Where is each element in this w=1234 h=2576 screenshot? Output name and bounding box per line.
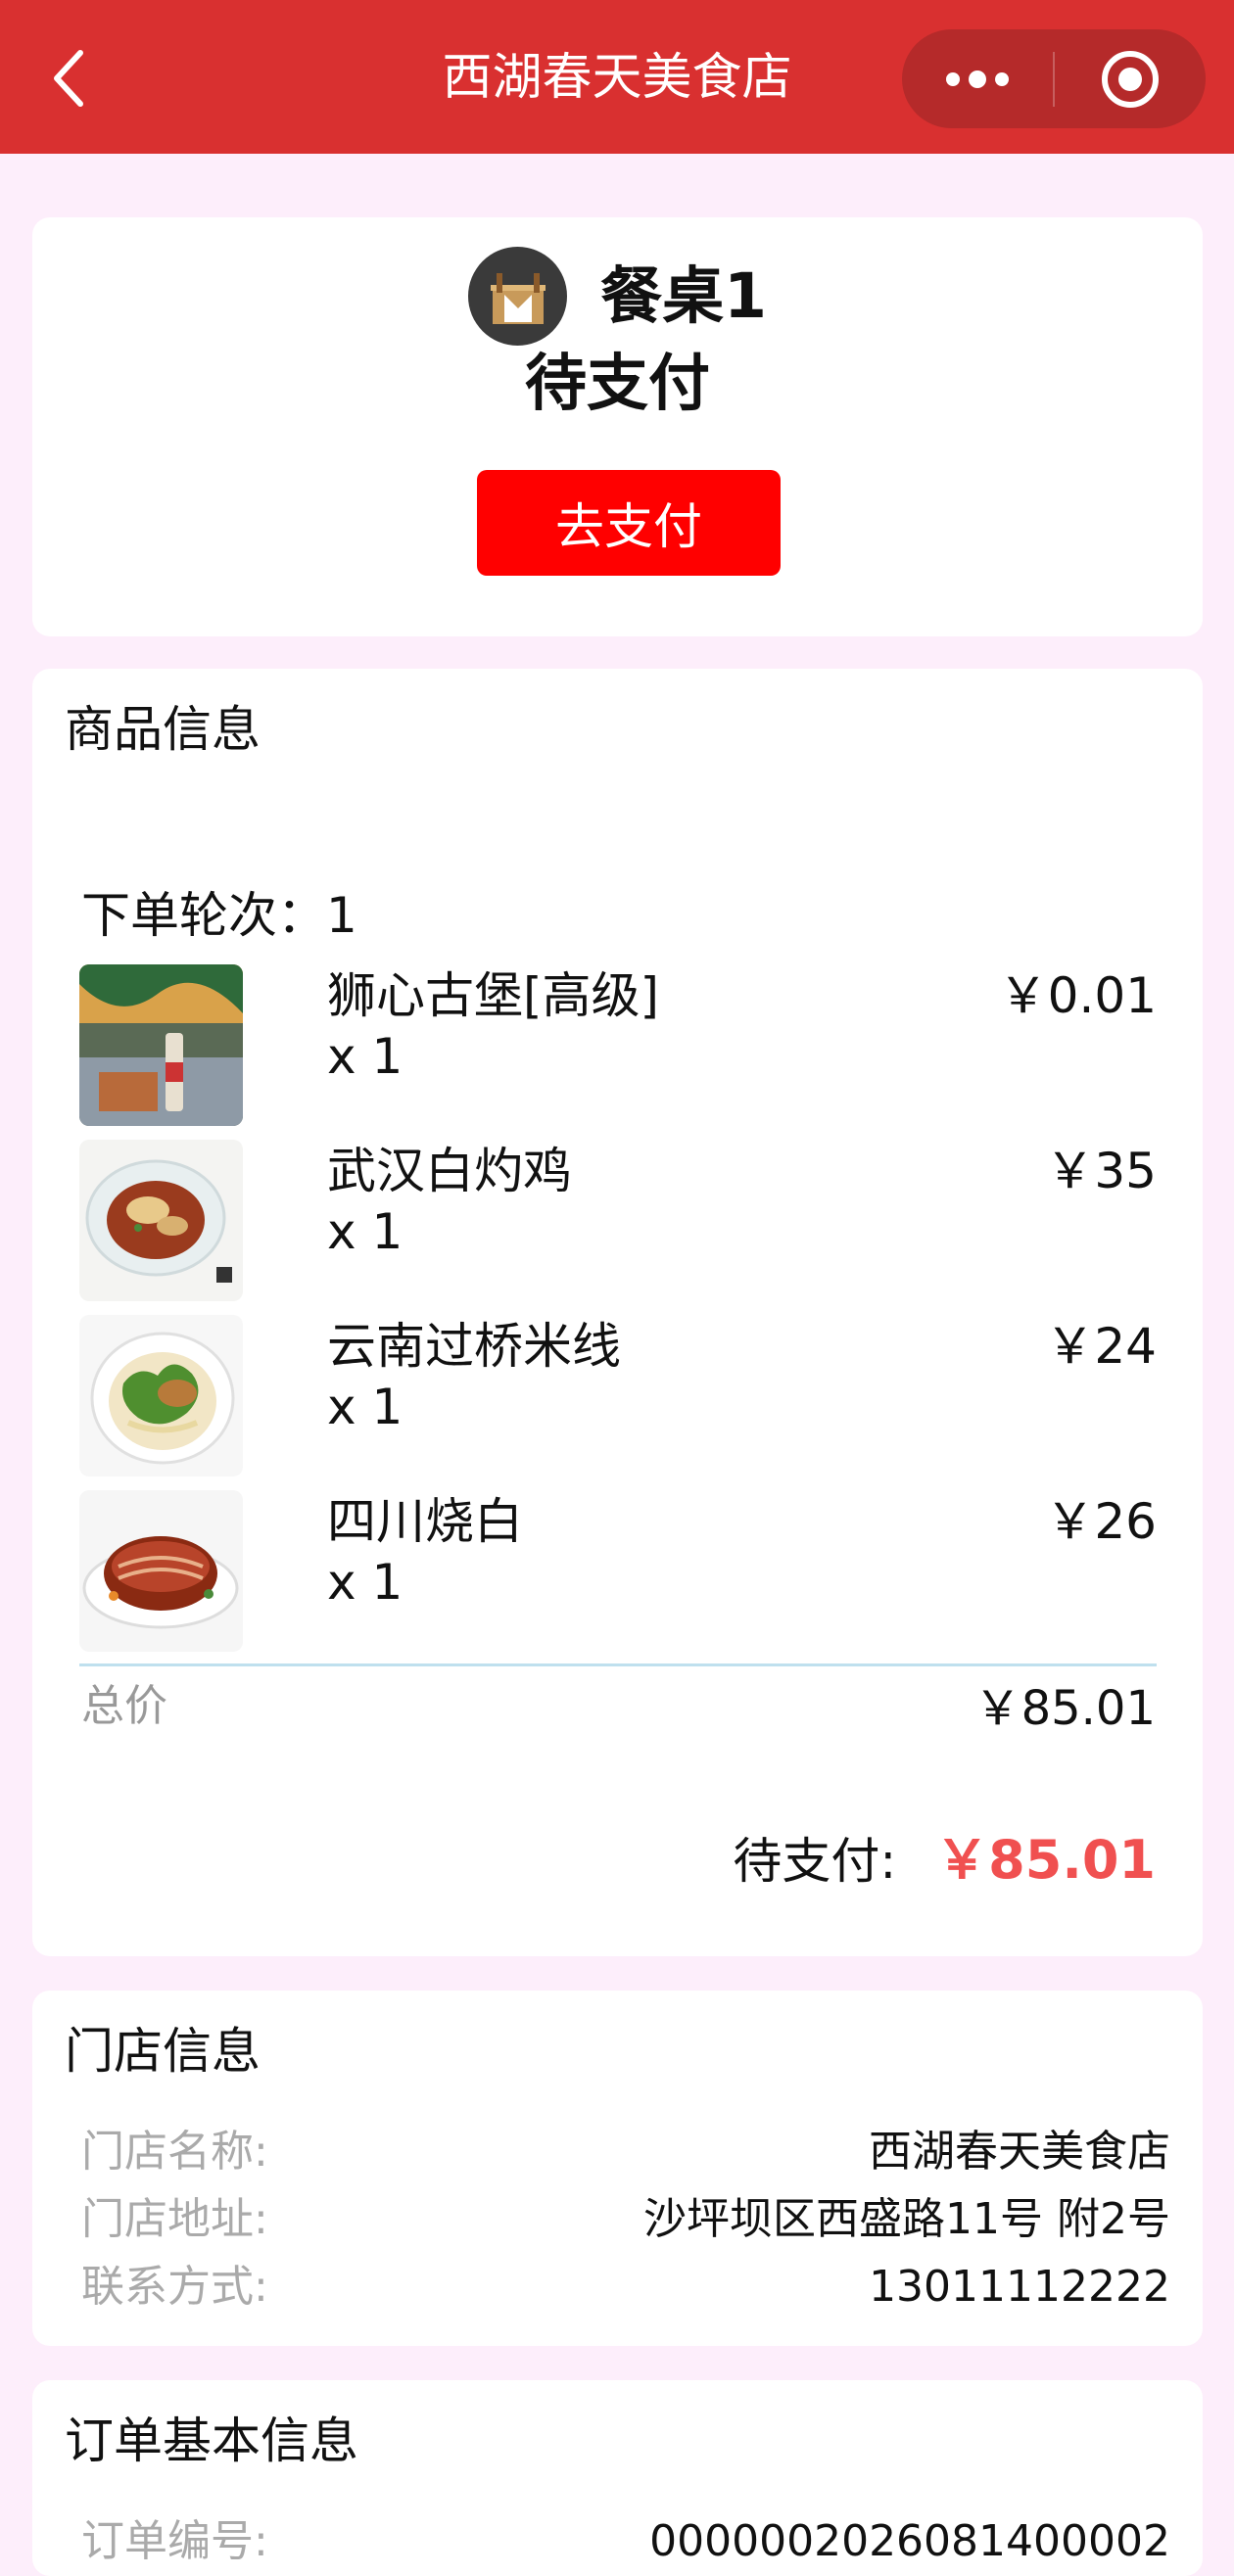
store-name-row: 门店名称: 西湖春天美食店 — [81, 2121, 1170, 2183]
order-status: 待支付 — [525, 348, 710, 419]
pending-label: 待支付: — [733, 1833, 897, 1890]
goods-item[interactable]: 狮心古堡[高级] x 1 ￥0.01 — [79, 964, 1157, 1126]
order-number-value: 0000002026081400002 — [649, 2516, 1170, 2566]
goods-name: 武汉白灼鸡 — [327, 1143, 572, 1199]
store-contact-label: 联系方式: — [81, 2262, 268, 2312]
store-address-value: 沙坪坝区西盛路11号 附2号 — [643, 2194, 1170, 2244]
goods-price: ￥0.01 — [998, 967, 1157, 1024]
order-section-title: 订单基本信息 — [65, 2412, 358, 2469]
close-button[interactable] — [1055, 29, 1206, 128]
table-icon — [468, 247, 568, 346]
store-info-card: 门店信息 门店名称: 西湖春天美食店 门店地址: 沙坪坝区西盛路11号 附2号 … — [32, 1991, 1203, 2346]
store-address-row: 门店地址: 沙坪坝区西盛路11号 附2号 — [81, 2188, 1170, 2251]
goods-price: ￥24 — [1045, 1318, 1157, 1375]
goods-price: ￥35 — [1045, 1143, 1157, 1199]
target-close-icon — [1102, 50, 1159, 108]
goods-image — [79, 964, 243, 1126]
goods-item[interactable]: 云南过桥米线 x 1 ￥24 — [79, 1315, 1157, 1476]
store-name-label: 门店名称: — [81, 2127, 268, 2177]
total-value: ￥85.01 — [973, 1681, 1156, 1736]
goods-quantity: x 1 — [327, 1203, 403, 1260]
goods-section-title: 商品信息 — [65, 701, 261, 758]
nav-bar: 西湖春天美食店 — [0, 0, 1234, 154]
more-icon — [946, 70, 1009, 88]
store-address-label: 门店地址: — [81, 2194, 268, 2244]
goods-image — [79, 1490, 243, 1652]
goods-image — [79, 1315, 243, 1476]
order-number-label: 订单编号: — [81, 2516, 268, 2566]
goods-price: ￥26 — [1045, 1493, 1157, 1550]
store-contact-row: 联系方式: 13011112222 — [81, 2256, 1170, 2318]
goods-item[interactable]: 武汉白灼鸡 x 1 ￥35 — [79, 1140, 1157, 1301]
total-divider — [79, 1663, 1157, 1666]
goods-name: 四川烧白 — [327, 1493, 523, 1550]
table-info: 餐桌1 — [32, 247, 1203, 346]
store-section-title: 门店信息 — [65, 2023, 261, 2080]
order-number-row: 订单编号: 0000002026081400002 — [81, 2510, 1170, 2573]
pending-amount: ￥85.01 — [935, 1829, 1156, 1891]
goods-name: 狮心古堡[高级] — [327, 967, 660, 1024]
goods-name: 云南过桥米线 — [327, 1318, 621, 1375]
pending-payment-row: 待支付: ￥85.01 — [733, 1829, 1156, 1893]
goods-info-card: 商品信息 下单轮次：1 狮心古堡[高级] x 1 ￥0.01 武汉白灼鸡 x 1… — [32, 669, 1203, 1956]
pay-button[interactable]: 去支付 — [477, 470, 781, 576]
order-round-label: 下单轮次：1 — [81, 887, 357, 944]
more-button[interactable] — [902, 29, 1053, 128]
order-status-card: 餐桌1 待支付 去支付 — [32, 217, 1203, 636]
store-contact-value[interactable]: 13011112222 — [869, 2256, 1170, 2318]
mini-program-capsule — [902, 29, 1206, 128]
goods-quantity: x 1 — [327, 1379, 403, 1435]
table-name: 餐桌1 — [600, 259, 767, 332]
store-name-value: 西湖春天美食店 — [869, 2127, 1170, 2177]
goods-item[interactable]: 四川烧白 x 1 ￥26 — [79, 1490, 1157, 1652]
goods-quantity: x 1 — [327, 1554, 403, 1611]
total-label: 总价 — [81, 1681, 167, 1731]
order-info-card: 订单基本信息 订单编号: 0000002026081400002 — [32, 2380, 1203, 2576]
goods-image — [79, 1140, 243, 1301]
goods-quantity: x 1 — [327, 1028, 403, 1085]
